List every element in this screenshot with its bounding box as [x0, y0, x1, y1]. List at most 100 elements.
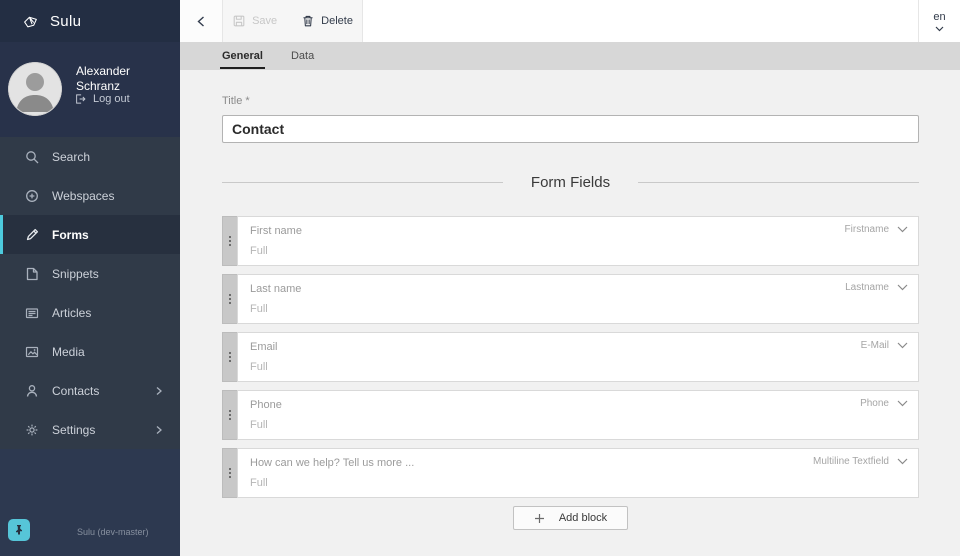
sidebar-item-label: Settings — [52, 423, 95, 437]
delete-button[interactable]: Delete — [301, 14, 353, 28]
pin-sidebar-button[interactable] — [8, 519, 30, 541]
sidebar-footer: Sulu (dev-master) — [0, 449, 180, 556]
chevron-left-icon — [195, 15, 208, 28]
gear-icon — [24, 422, 40, 438]
image-icon — [24, 344, 40, 360]
sulu-logo-icon — [22, 13, 39, 30]
tab-general[interactable]: General — [222, 42, 263, 70]
block-type-label: Multiline Textfield — [813, 456, 889, 467]
block-width-label: Full — [250, 245, 906, 257]
drag-handle[interactable] — [222, 274, 237, 324]
chevron-down-icon[interactable] — [897, 400, 908, 408]
chevron-down-icon[interactable] — [897, 458, 908, 466]
app-title: Sulu — [50, 13, 81, 30]
sidebar-nav: Search Webspaces Forms Snippets — [0, 137, 180, 449]
title-field-label: Title * — [222, 95, 919, 107]
add-block-label: Add block — [559, 512, 607, 524]
sidebar-item-snippets[interactable]: Snippets — [0, 254, 180, 293]
toolbar: Save Delete en — [180, 0, 960, 42]
sidebar-item-label: Media — [52, 345, 85, 359]
sidebar-item-media[interactable]: Media — [0, 332, 180, 371]
chevron-down-icon[interactable] — [897, 342, 908, 350]
block-width-label: Full — [250, 477, 906, 489]
locale-value: en — [933, 11, 945, 23]
sidebar-item-label: Snippets — [52, 267, 99, 281]
sidebar-header: Sulu — [0, 0, 180, 42]
block-card[interactable]: How can we help? Tell us more ... Full M… — [237, 448, 919, 498]
back-button[interactable] — [180, 0, 222, 42]
toolbar-spacer — [363, 0, 918, 42]
form-editor-content: Title * Form Fields First name Full Firs… — [180, 70, 960, 556]
block-title: How can we help? Tell us more ... — [250, 457, 906, 469]
sulu-admin-app: Sulu Alexander Schranz Log out — [0, 0, 960, 556]
section-heading-text: Form Fields — [531, 174, 610, 191]
snippet-icon — [24, 266, 40, 282]
save-label: Save — [252, 15, 277, 27]
logout-icon — [74, 93, 86, 105]
avatar — [8, 62, 62, 116]
sidebar-item-forms[interactable]: Forms — [0, 215, 180, 254]
tab-label: General — [222, 50, 263, 62]
heading-rule-left — [222, 182, 503, 183]
newspaper-icon — [24, 305, 40, 321]
sidebar-item-contacts[interactable]: Contacts — [0, 371, 180, 410]
pushpin-icon — [13, 524, 25, 536]
block-card[interactable]: Email Full E-Mail — [237, 332, 919, 382]
sidebar-item-search[interactable]: Search — [0, 137, 180, 176]
search-icon — [24, 149, 40, 165]
user-name: Alexander Schranz — [76, 64, 166, 94]
trash-icon — [301, 14, 315, 28]
globe-icon — [24, 188, 40, 204]
chevron-down-icon[interactable] — [897, 226, 908, 234]
version-label: Sulu (dev-master) — [77, 527, 149, 537]
drag-handle[interactable] — [222, 216, 237, 266]
sidebar-item-label: Articles — [52, 306, 91, 320]
plus-icon — [534, 513, 545, 524]
sidebar-item-webspaces[interactable]: Webspaces — [0, 176, 180, 215]
title-input[interactable] — [222, 115, 919, 143]
block-card[interactable]: Phone Full Phone — [237, 390, 919, 440]
save-icon — [232, 14, 246, 28]
logout-label: Log out — [93, 93, 130, 105]
block-type-label: E-Mail — [861, 340, 889, 351]
tab-data[interactable]: Data — [291, 42, 314, 70]
block-title: First name — [250, 225, 906, 237]
block-card[interactable]: First name Full Firstname — [237, 216, 919, 266]
drag-handle[interactable] — [222, 448, 237, 498]
block-title: Last name — [250, 283, 906, 295]
form-field-block-lastname: Last name Full Lastname — [222, 274, 919, 324]
sidebar-item-label: Contacts — [52, 384, 99, 398]
sidebar-item-settings[interactable]: Settings — [0, 410, 180, 449]
sidebar-item-articles[interactable]: Articles — [0, 293, 180, 332]
chevron-right-icon — [154, 386, 164, 396]
chevron-right-icon — [154, 425, 164, 435]
block-width-label: Full — [250, 361, 906, 373]
person-icon — [24, 383, 40, 399]
pencil-icon — [24, 227, 40, 243]
block-type-label: Lastname — [845, 282, 889, 293]
logout-button[interactable]: Log out — [74, 93, 130, 105]
tab-label: Data — [291, 50, 314, 62]
add-block-row: Add block — [222, 506, 919, 530]
sidebar-item-label: Search — [52, 150, 90, 164]
block-title: Phone — [250, 399, 906, 411]
user-panel: Alexander Schranz Log out — [0, 42, 180, 137]
main-area: Save Delete en — [180, 0, 960, 556]
save-button[interactable]: Save — [232, 14, 277, 28]
form-field-blocks: First name Full Firstname Last name Full — [222, 216, 919, 498]
sidebar-item-label: Forms — [52, 228, 89, 242]
drag-handle[interactable] — [222, 390, 237, 440]
drag-handle[interactable] — [222, 332, 237, 382]
heading-rule-right — [638, 182, 919, 183]
form-field-block-firstname: First name Full Firstname — [222, 216, 919, 266]
block-type-label: Phone — [860, 398, 889, 409]
locale-selector[interactable]: en — [919, 0, 960, 42]
tabbar: General Data — [180, 42, 960, 70]
block-card[interactable]: Last name Full Lastname — [237, 274, 919, 324]
delete-label: Delete — [321, 15, 353, 27]
form-field-block-phone: Phone Full Phone — [222, 390, 919, 440]
block-title: Email — [250, 341, 906, 353]
chevron-down-icon[interactable] — [897, 284, 908, 292]
chevron-down-icon — [935, 26, 944, 32]
add-block-button[interactable]: Add block — [513, 506, 628, 530]
